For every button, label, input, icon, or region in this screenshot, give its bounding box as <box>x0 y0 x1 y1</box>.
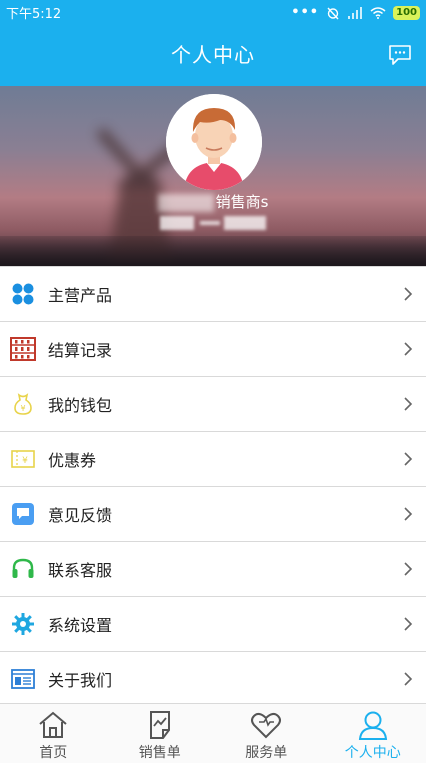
tab-label: 个人中心 <box>344 745 401 761</box>
chevron-right-icon <box>404 562 413 576</box>
app-header: 个人中心 <box>0 25 426 86</box>
coupon-icon: ¥ <box>10 446 36 472</box>
heart-icon <box>251 712 282 739</box>
about-icon <box>10 666 36 692</box>
message-icon[interactable] <box>388 44 412 66</box>
chevron-right-icon <box>404 672 413 686</box>
status-icons: ••• 100 <box>291 5 420 20</box>
gear-icon <box>10 611 36 637</box>
tab-label: 服务单 <box>245 745 288 761</box>
menu-item-label: 联系客服 <box>48 561 113 580</box>
menu-item-label: 结算记录 <box>48 341 113 360</box>
chevron-right-icon <box>404 617 413 631</box>
menu-item-my-wallet[interactable]: ¥ 我的钱包 <box>0 377 426 432</box>
grid-icon <box>10 281 36 307</box>
menu-list: 主营产品 结算记录 ¥ 我的钱包 ¥ 优惠券 意见反馈 联系客服 系统设置 关于… <box>0 266 426 707</box>
chevron-right-icon <box>404 287 413 301</box>
menu-item-coupons[interactable]: ¥ 优惠券 <box>0 432 426 487</box>
menu-item-label: 优惠券 <box>48 451 97 470</box>
page-title: 个人中心 <box>171 43 255 67</box>
signal-icon <box>348 6 363 19</box>
avatar-icon <box>166 94 262 190</box>
profile-id-redacted <box>160 216 270 230</box>
wallet-icon: ¥ <box>10 391 36 417</box>
tab-label: 首页 <box>39 745 68 761</box>
tab-home[interactable]: 首页 <box>0 704 107 763</box>
menu-item-label: 系统设置 <box>48 616 113 635</box>
chevron-right-icon <box>404 507 413 521</box>
tab-personal-center[interactable]: 个人中心 <box>320 704 426 763</box>
more-dots-icon: ••• <box>291 5 320 20</box>
menu-item-label: 我的钱包 <box>48 396 113 415</box>
home-icon <box>39 711 67 738</box>
tab-service-orders[interactable]: 服务单 <box>213 704 320 763</box>
profile-name-suffix: 销售商s <box>215 193 269 211</box>
menu-item-customer-service[interactable]: 联系客服 <box>0 542 426 597</box>
status-time: 下午5:12 <box>6 7 62 22</box>
svg-text:¥: ¥ <box>22 456 28 466</box>
ground-shadow <box>0 236 426 266</box>
status-bar: 下午5:12 ••• 100 <box>0 0 426 25</box>
wifi-icon <box>370 6 386 19</box>
menu-item-about-us[interactable]: 关于我们 <box>0 652 426 707</box>
chevron-right-icon <box>404 342 413 356</box>
menu-item-label: 意见反馈 <box>48 506 113 525</box>
menu-item-feedback[interactable]: 意见反馈 <box>0 487 426 542</box>
menu-item-system-settings[interactable]: 系统设置 <box>0 597 426 652</box>
alarm-off-icon <box>327 7 339 19</box>
sales-order-icon <box>149 711 170 739</box>
chevron-right-icon <box>404 452 413 466</box>
menu-item-label: 主营产品 <box>48 286 113 305</box>
person-icon <box>358 711 387 740</box>
menu-item-main-products[interactable]: 主营产品 <box>0 267 426 322</box>
profile-banner: 销售商s <box>0 86 426 266</box>
tab-label: 销售单 <box>138 745 181 761</box>
chevron-right-icon <box>404 397 413 411</box>
menu-item-settlement-records[interactable]: 结算记录 <box>0 322 426 377</box>
avatar[interactable] <box>166 94 262 190</box>
bottom-tab-bar: 首页 销售单 服务单 个人中心 <box>0 703 426 763</box>
tab-sales-orders[interactable]: 销售单 <box>107 704 214 763</box>
name-redacted <box>157 193 214 212</box>
profile-name: 销售商s <box>0 191 426 212</box>
svg-text:¥: ¥ <box>20 404 25 413</box>
abacus-icon <box>10 336 36 362</box>
battery-badge: 100 <box>393 5 420 20</box>
feedback-icon <box>10 501 36 527</box>
headset-icon <box>10 556 36 582</box>
menu-item-label: 关于我们 <box>48 671 113 690</box>
